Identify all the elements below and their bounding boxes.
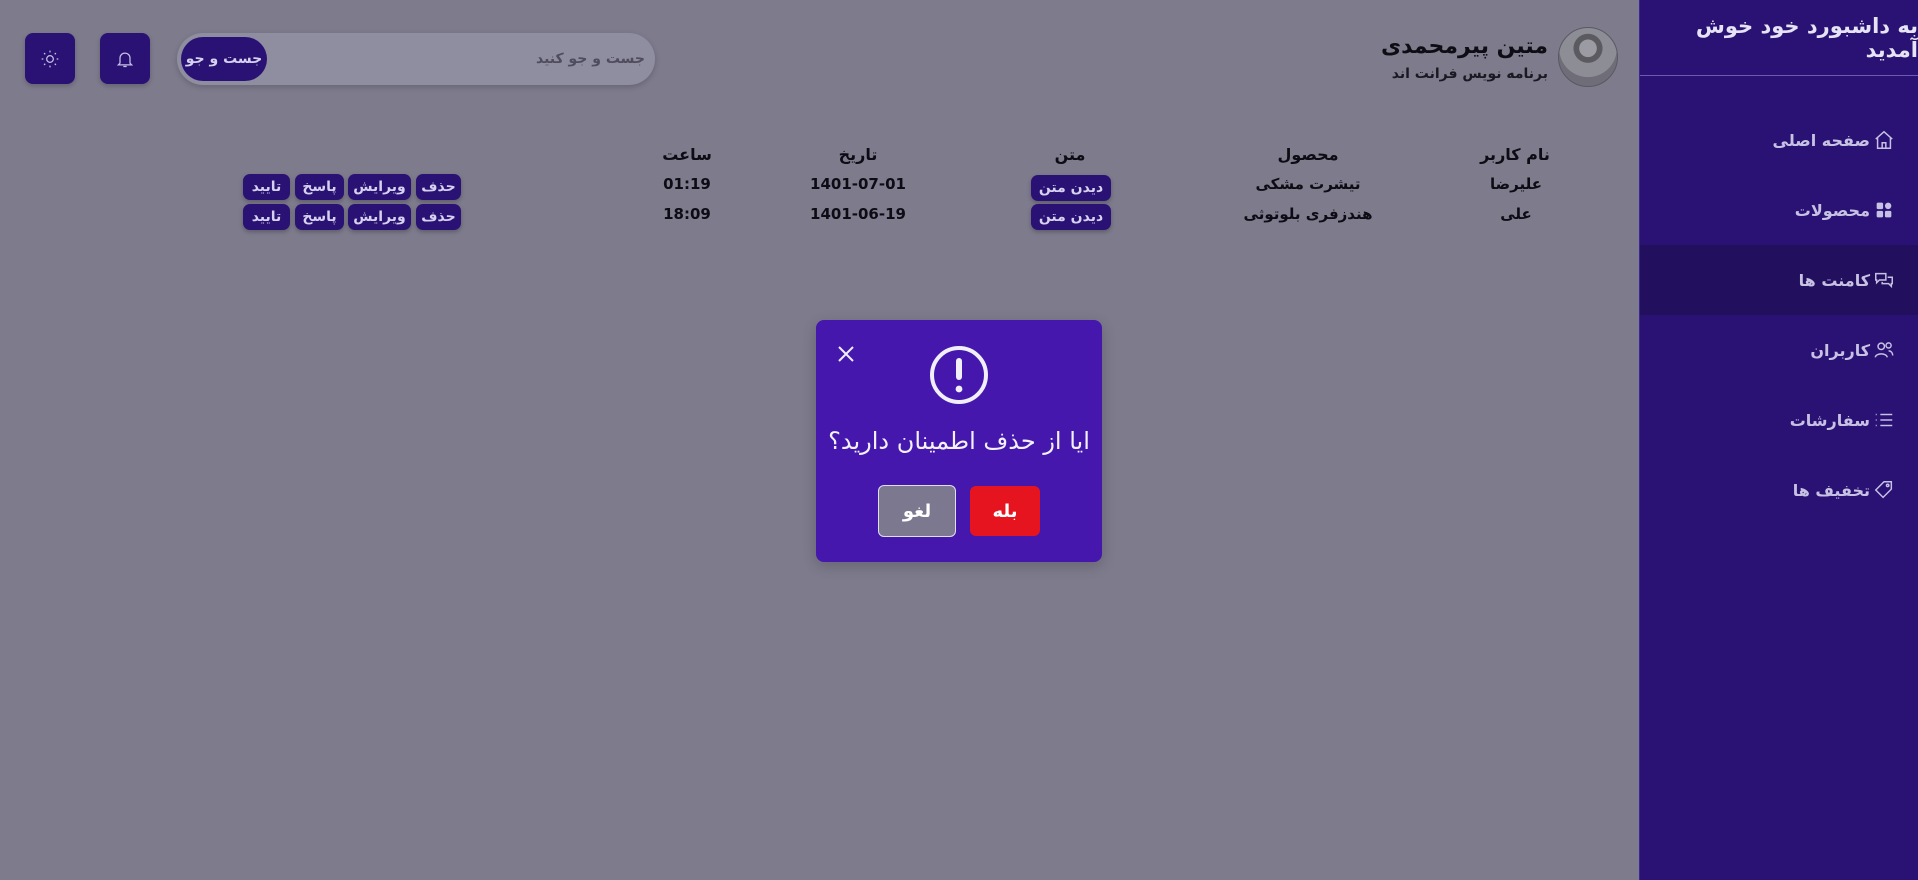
users-icon (1872, 338, 1896, 362)
table-cell-product: هندزفری بلوتوثی (1243, 205, 1373, 223)
view-text-button[interactable]: دیدن متن (1031, 175, 1111, 201)
table-cell-date: 1401-06-19 (810, 205, 906, 223)
table-cell-product: تیشرت مشکی (1255, 175, 1361, 193)
sidebar-item-products[interactable]: محصولات (1640, 175, 1918, 245)
alert-circle-icon (928, 344, 990, 406)
user-profile: متین پیرمحمدی برنامه نویس فرانت اند (1381, 27, 1618, 87)
tag-icon (1872, 478, 1896, 502)
user-role: برنامه نویس فرانت اند (1391, 66, 1548, 82)
confirm-yes-button[interactable]: بله (970, 486, 1040, 536)
delete-button[interactable]: حذف (416, 174, 461, 200)
theme-toggle-button[interactable] (25, 33, 75, 84)
close-icon[interactable] (836, 344, 856, 364)
chat-icon (1872, 268, 1896, 292)
delete-button[interactable]: حذف (416, 204, 461, 230)
sidebar-item-orders[interactable]: سفارشات (1640, 385, 1918, 455)
column-header-user: نام کاربر (1480, 145, 1550, 164)
search-bar: جست و جو (177, 33, 655, 85)
delete-confirm-modal: ایا از حذف اطمینان دارید؟ بله لغو (816, 320, 1102, 562)
sidebar-item-home[interactable]: صفحه اصلی (1640, 105, 1918, 175)
table-cell-date: 1401-07-01 (810, 175, 906, 193)
notifications-button[interactable] (100, 33, 150, 84)
sidebar-item-label: سفارشات (1789, 410, 1870, 430)
column-header-text: متن (1054, 145, 1086, 164)
sidebar-item-users[interactable]: کاربران (1640, 315, 1918, 385)
search-button[interactable]: جست و جو (181, 37, 267, 81)
view-text-button[interactable]: دیدن متن (1031, 204, 1111, 230)
sidebar-item-discounts[interactable]: تخفیف ها (1640, 455, 1918, 525)
sidebar-nav: صفحه اصلی محصولات کامنت ها کاربران سفارش… (1640, 105, 1918, 525)
user-name: متین پیرمحمدی (1380, 34, 1548, 59)
home-icon (1872, 128, 1896, 152)
cancel-button[interactable]: لغو (878, 485, 956, 537)
avatar[interactable] (1558, 27, 1618, 87)
column-header-date: تاریخ (838, 145, 878, 164)
sidebar: به داشبورد خود خوش آمدید صفحه اصلی محصول… (1639, 0, 1918, 880)
edit-button[interactable]: ویرایش (348, 204, 411, 230)
column-header-time: ساعت (662, 145, 712, 164)
comments-table: نام کاربر محصول متن تاریخ ساعت علیرضا تی… (0, 143, 1640, 233)
table-cell-user: علیرضا (1490, 175, 1542, 193)
reply-button[interactable]: پاسخ (295, 204, 344, 230)
edit-button[interactable]: ویرایش (348, 174, 411, 200)
grid-icon (1872, 198, 1896, 222)
table-cell-time: 18:09 (663, 205, 711, 223)
list-icon (1872, 408, 1896, 432)
modal-question: ایا از حذف اطمینان دارید؟ (828, 427, 1090, 455)
sidebar-item-label: تخفیف ها (1792, 480, 1870, 500)
bell-icon (116, 52, 134, 67)
sidebar-item-label: کامنت ها (1798, 270, 1870, 290)
sidebar-item-comments[interactable]: کامنت ها (1640, 245, 1918, 315)
sidebar-item-label: محصولات (1794, 200, 1870, 220)
approve-button[interactable]: تایید (243, 204, 290, 230)
sidebar-item-label: صفحه اصلی (1772, 130, 1870, 150)
search-input[interactable] (285, 33, 645, 85)
table-cell-time: 01:19 (663, 175, 711, 193)
approve-button[interactable]: تایید (243, 174, 290, 200)
column-header-product: محصول (1277, 145, 1339, 164)
sidebar-title: به داشبورد خود خوش آمدید (1640, 0, 1918, 76)
table-cell-user: علی (1500, 205, 1532, 223)
reply-button[interactable]: پاسخ (295, 174, 344, 200)
sidebar-item-label: کاربران (1810, 340, 1870, 360)
sun-icon (41, 50, 59, 67)
